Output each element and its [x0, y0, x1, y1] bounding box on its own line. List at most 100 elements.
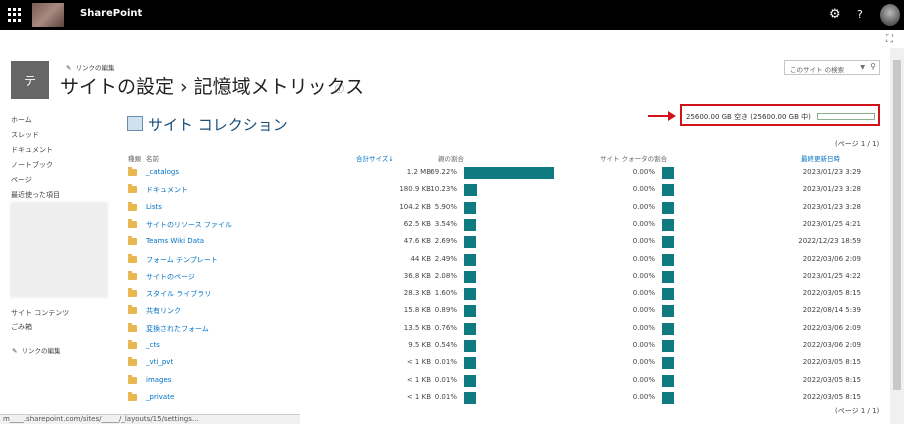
parent-pct-bar [464, 322, 476, 335]
row-parent-pct: 3.54% [434, 219, 457, 228]
row-modified: 2022/03/05 8:15 [802, 289, 861, 298]
col-quota-pct[interactable]: サイト クォータの割合 [600, 153, 667, 163]
row-quota-pct: 0.00% [632, 323, 655, 332]
chevron-down-icon[interactable]: ▼ [860, 64, 865, 71]
col-parent-pct[interactable]: 親の割合 [438, 153, 464, 163]
row-name-link[interactable]: 変換されたフォーム [146, 324, 209, 334]
parent-pct-bar [464, 167, 554, 179]
table-row[interactable]: images < 1 KB 0.01% 0.00% 2022/03/05 8:15 [0, 374, 890, 391]
parent-pct-bar [464, 391, 476, 404]
row-quota-pct: 0.00% [632, 185, 655, 194]
table-row[interactable]: フォーム テンプレート 44 KB 2.49% 0.00% 2022/03/06 2:0… [0, 253, 890, 270]
info-icon[interactable]: ⓘ [335, 82, 344, 95]
table-row[interactable]: 共有リンク 15.8 KB 0.89% 0.00% 2022/08/14 5:39 [0, 304, 890, 321]
app-title[interactable]: SharePoint [80, 8, 142, 19]
row-modified: 2023/01/25 4:22 [802, 271, 861, 280]
parent-pct-bar [464, 340, 476, 352]
quota-pct-bar [662, 357, 674, 370]
row-modified: 2022/12/23 18:59 [798, 237, 861, 246]
table-row[interactable]: サイトのリソース ファイル 62.5 KB 3.54% 0.00% 2023/01/25… [0, 218, 890, 235]
row-quota-pct: 0.00% [632, 306, 655, 315]
row-size: 180.9 KB [399, 185, 431, 194]
row-modified: 2022/03/06 2:09 [802, 254, 861, 263]
pager-bottom: (ページ 1 / 1) [835, 407, 880, 415]
quota-bar [817, 113, 875, 120]
row-quota-pct: 0.00% [632, 375, 655, 384]
row-name-link[interactable]: _catalogs [146, 168, 179, 176]
row-name-link[interactable]: _cts [146, 341, 160, 349]
row-size: < 1 KB [406, 375, 431, 384]
nav-item-home[interactable]: ホーム [11, 115, 32, 125]
col-name[interactable]: 名前 [146, 153, 159, 163]
scrollbar-thumb[interactable] [893, 60, 901, 390]
quota-pct-bar [662, 270, 674, 283]
quota-pct-bar [662, 374, 674, 387]
row-name-link[interactable]: _private [146, 393, 174, 401]
row-name-link[interactable]: 共有リンク [146, 306, 181, 316]
site-logo[interactable]: テ [11, 61, 49, 99]
table-row[interactable]: _cts 9.5 KB 0.54% 0.00% 2022/03/06 2:09 [0, 339, 890, 356]
row-modified: 2022/03/05 8:15 [802, 392, 861, 401]
nav-item-documents[interactable]: ドキュメント [11, 145, 53, 155]
row-quota-pct: 0.00% [632, 358, 655, 367]
folder-icon [128, 270, 137, 280]
row-name-link[interactable]: _vti_pvt [146, 358, 173, 366]
parent-pct-bar [464, 270, 476, 283]
quota-pct-bar [662, 391, 674, 404]
table-row[interactable]: 変換されたフォーム 13.5 KB 0.76% 0.00% 2022/03/06 2:0… [0, 322, 890, 339]
parent-pct-bar [464, 253, 476, 266]
col-type[interactable]: 種類 [128, 153, 141, 163]
row-modified: 2023/01/23 3:29 [802, 168, 861, 176]
row-size: 44 KB [410, 254, 431, 263]
avatar[interactable] [880, 4, 900, 26]
table-row[interactable]: ドキュメント 180.9 KB 10.23% 0.00% 2023/01/23 3:28 [0, 183, 890, 200]
table-row[interactable]: サイトのページ 36.8 KB 2.08% 0.00% 2023/01/25 4:22 [0, 270, 890, 287]
folder-icon [128, 253, 137, 263]
help-icon[interactable]: ? [857, 8, 863, 21]
parent-pct-bar [464, 184, 478, 197]
quota-pct-bar [662, 340, 674, 352]
site-collection-icon [127, 116, 143, 131]
table-row[interactable]: Teams Wiki Data 47.6 KB 2.69% 0.00% 2022/12/… [0, 235, 890, 252]
table-row[interactable]: Lists 104.2 KB 5.90% 0.00% 2023/01/23 3:28 [0, 201, 890, 218]
col-total-size[interactable]: 合計サイズ↓ [356, 153, 394, 163]
quota-pct-bar [662, 236, 674, 249]
row-name-link[interactable]: フォーム テンプレート [146, 255, 218, 265]
search-input[interactable]: このサイト の検索 ▼ ⚲ [784, 60, 880, 75]
nav-item-threads[interactable]: スレッド [11, 130, 39, 140]
row-name-link[interactable]: サイトのリソース ファイル [146, 220, 232, 230]
focus-mode-icon[interactable]: ⛶ [886, 34, 893, 45]
quota-pct-bar [662, 253, 674, 266]
parent-pct-bar [464, 357, 476, 370]
row-quota-pct: 0.00% [632, 254, 655, 263]
gear-icon[interactable]: ⚙ [829, 7, 841, 22]
edit-links-top[interactable]: ✎ リンクの編集 [66, 62, 114, 72]
row-name-link[interactable]: スタイル ライブラリ [146, 289, 211, 299]
folder-icon [128, 218, 137, 228]
row-name-link[interactable]: images [146, 376, 171, 384]
table-row[interactable]: _catalogs 1.2 MB 69.22% 0.00% 2023/01/23 3:2… [0, 166, 890, 183]
row-name-link[interactable]: ドキュメント [146, 185, 188, 195]
row-size: 9.5 KB [408, 341, 431, 349]
row-size: 104.2 KB [399, 202, 431, 211]
row-parent-pct: 69.22% [430, 168, 457, 176]
ribbon [0, 30, 890, 48]
row-modified: 2023/01/25 4:21 [802, 219, 861, 228]
search-icon[interactable]: ⚲ [870, 62, 876, 71]
table-row[interactable]: スタイル ライブラリ 28.3 KB 1.60% 0.00% 2022/03/05 8:… [0, 287, 890, 304]
waffle-icon[interactable] [8, 8, 22, 22]
folder-icon [128, 184, 137, 194]
tenant-logo[interactable] [32, 3, 64, 27]
table-row[interactable]: _vti_pvt < 1 KB 0.01% 0.00% 2022/03/05 8:15 [0, 356, 890, 373]
folder-icon [128, 391, 137, 401]
row-name-link[interactable]: Lists [146, 203, 162, 211]
quota-pct-bar [662, 218, 674, 231]
row-name-link[interactable]: Teams Wiki Data [146, 237, 204, 245]
row-name-link[interactable]: サイトのページ [146, 272, 195, 282]
col-modified[interactable]: 最終更新日時 [801, 153, 840, 163]
quota-text: 25600.00 GB 空き (25600.00 GB 中) [686, 113, 811, 121]
row-parent-pct: 2.69% [434, 237, 457, 246]
row-quota-pct: 0.00% [632, 168, 655, 176]
section-title: サイト コレクション [148, 116, 288, 134]
table-row[interactable]: _private < 1 KB 0.01% 0.00% 2022/03/05 8:15 [0, 391, 890, 408]
